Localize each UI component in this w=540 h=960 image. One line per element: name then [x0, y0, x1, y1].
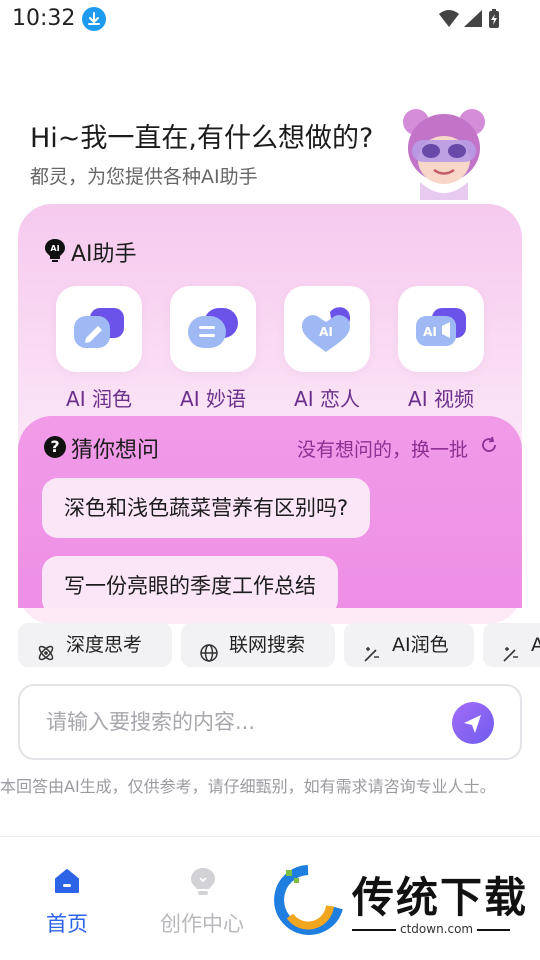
- svg-text:AI: AI: [423, 325, 437, 339]
- refresh-icon[interactable]: [480, 436, 498, 454]
- globe-icon: [199, 635, 219, 662]
- feature-chips: 深度思考 联网搜索 AI润色 AI: [18, 623, 540, 667]
- guess-title: 猜你想问: [71, 438, 160, 463]
- chip-label: 联网搜索: [229, 634, 306, 656]
- watermark-logo: [268, 864, 346, 936]
- suggestion-item[interactable]: 深色和浅色蔬菜营养有区别吗?: [42, 478, 371, 538]
- ai-polish-button[interactable]: [56, 286, 142, 372]
- send-icon: [464, 715, 481, 733]
- divider: [0, 836, 540, 837]
- greeting-subtitle: 都灵，为您提供各种AI助手: [30, 166, 258, 188]
- suggestion-item[interactable]: 写一份亮眼的季度工作总结: [42, 556, 338, 608]
- bulb-ai-icon: AI: [44, 238, 66, 262]
- heart-ai-icon: AI: [302, 307, 350, 352]
- chip-label: AI润色: [392, 634, 449, 656]
- pen-chat-icon: [74, 308, 124, 348]
- ai-video-button[interactable]: AI: [398, 286, 484, 372]
- atom-icon: [36, 635, 56, 661]
- status-icons: [438, 8, 500, 30]
- send-button[interactable]: [452, 702, 494, 744]
- svg-text:AI: AI: [50, 244, 59, 253]
- mascot-avatar: [398, 104, 490, 200]
- ai-video-label: AI 视频: [408, 387, 474, 411]
- nav-create-center[interactable]: 创作中心: [150, 908, 254, 938]
- refresh-suggestions-button[interactable]: 没有想问的，换一批: [297, 435, 468, 462]
- equals-chat-icon: [188, 308, 238, 348]
- download-icon: [82, 7, 106, 31]
- search-box: [18, 684, 522, 760]
- video-ai-icon: AI: [416, 308, 466, 346]
- chip-label: 深度思考: [66, 634, 143, 656]
- ai-quip-label: AI 妙语: [180, 387, 246, 411]
- question-icon: ?: [44, 436, 66, 458]
- signal-icon: [464, 10, 482, 27]
- chip-web-search[interactable]: 联网搜索: [181, 623, 335, 667]
- battery-icon: [489, 9, 499, 28]
- chip-ai-polish[interactable]: AI润色: [344, 623, 474, 667]
- watermark-url: ctdown.com: [396, 922, 478, 936]
- magic-wand-icon: [362, 635, 382, 662]
- chip-ai-more[interactable]: AI: [483, 623, 540, 667]
- ai-quip-button[interactable]: [170, 286, 256, 372]
- status-bar: 10:32: [0, 0, 540, 38]
- ai-disclaimer: 本回答由AI生成，仅供参考，请仔细甄别，如有需求请咨询专业人士。: [0, 777, 496, 796]
- nav-home[interactable]: 首页: [30, 908, 104, 938]
- home-icon[interactable]: [52, 866, 82, 896]
- wifi-icon: [439, 10, 459, 27]
- watermark-name: 传统下载: [352, 873, 529, 922]
- svg-text:AI: AI: [319, 325, 333, 339]
- chip-label: AI: [531, 634, 540, 656]
- ai-assistant-title: AI助手: [71, 242, 137, 267]
- bulb-icon[interactable]: [188, 866, 218, 898]
- ai-lover-button[interactable]: AI: [284, 286, 370, 372]
- guess-card: ? 猜你想问 没有想问的，换一批 深色和浅色蔬菜营养有区别吗? 写一份亮眼的季度…: [18, 416, 522, 608]
- search-input[interactable]: [46, 704, 426, 740]
- status-time: 10:32: [12, 6, 76, 31]
- greeting-title: Hi~我一直在,有什么想做的?: [30, 123, 374, 154]
- ai-lover-label: AI 恋人: [294, 387, 360, 411]
- ai-polish-label: AI 润色: [66, 387, 132, 411]
- chip-deep-think[interactable]: 深度思考: [18, 623, 172, 667]
- magic-wand-icon: [501, 635, 521, 662]
